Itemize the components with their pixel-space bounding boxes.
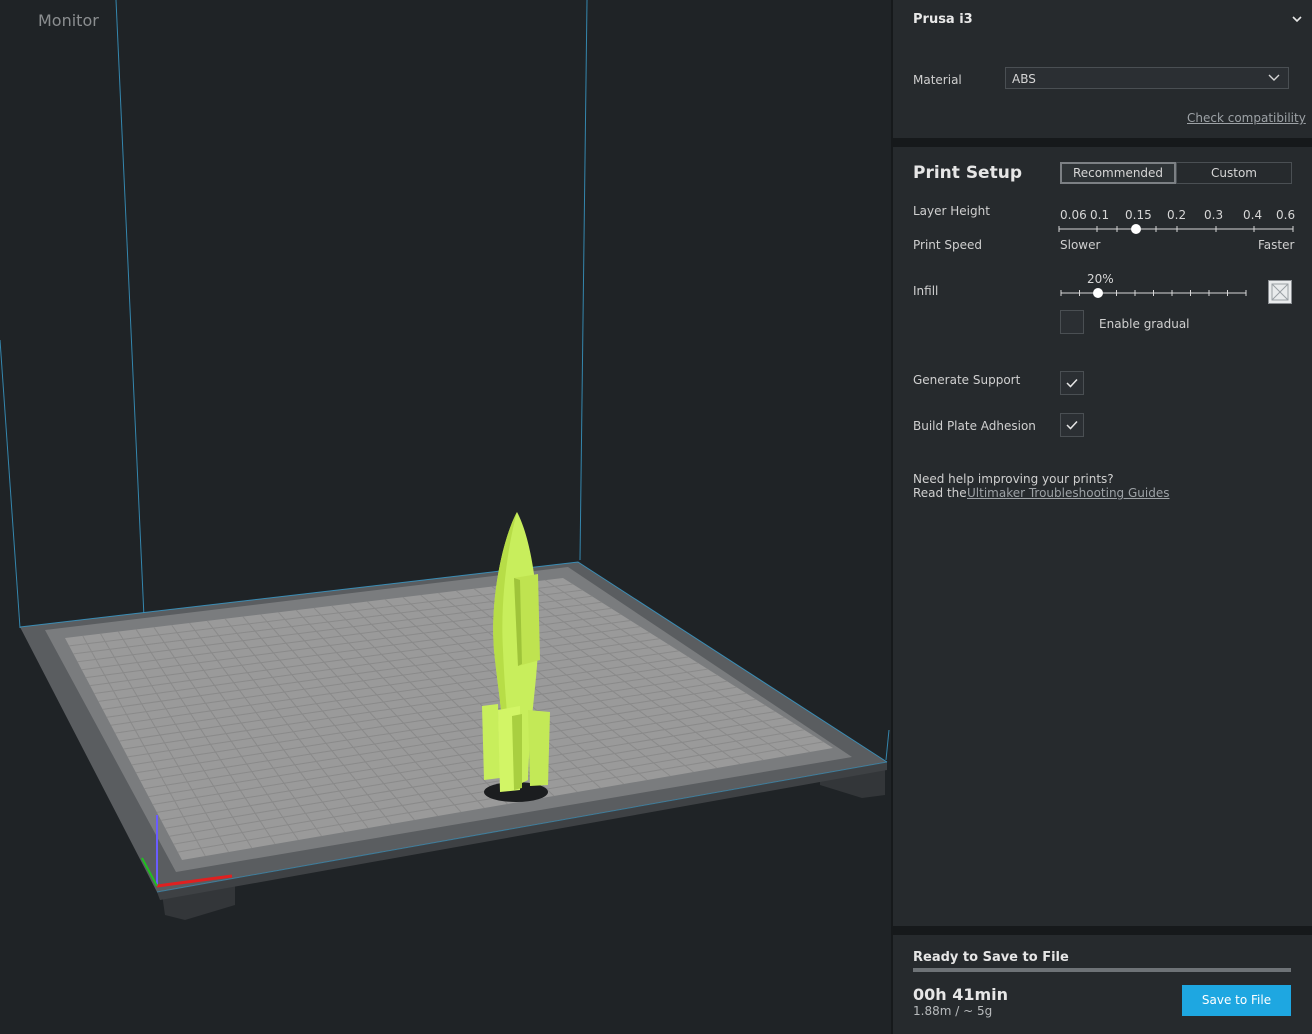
status-label: Ready to Save to File <box>913 950 1069 965</box>
material-select[interactable]: ABS <box>1005 67 1289 89</box>
print-setup-panel: Print Setup Recommended Custom Layer Hei… <box>893 147 1312 926</box>
layer-tick-label: 0.06 <box>1060 208 1087 222</box>
infill-pattern-icon <box>1268 280 1292 304</box>
tab-custom[interactable]: Custom <box>1176 162 1292 184</box>
generate-support-checkbox[interactable] <box>1060 371 1084 395</box>
progress-fill <box>913 968 1291 972</box>
enable-gradual-label: Enable gradual <box>1099 317 1190 331</box>
build-volume-scene <box>0 0 890 920</box>
help-text: Need help improving your prints? <box>913 472 1114 486</box>
check-icon <box>1066 378 1078 388</box>
layer-height-slider[interactable] <box>1053 221 1295 237</box>
monitor-tab[interactable]: Monitor <box>38 11 99 30</box>
infill-label: Infill <box>913 284 939 298</box>
chevron-down-icon[interactable] <box>1290 12 1304 26</box>
layer-tick-label: 0.1 <box>1090 208 1110 222</box>
printer-selector[interactable]: Prusa i3 <box>913 12 973 27</box>
infill-slider[interactable] <box>1058 285 1248 301</box>
adhesion-label: Build Plate Adhesion <box>913 419 1036 433</box>
generate-support-label: Generate Support <box>913 373 1021 387</box>
tab-recommended[interactable]: Recommended <box>1060 162 1176 184</box>
speed-faster-label: Faster <box>1258 238 1295 252</box>
material-usage: 1.88m / ~ 5g <box>913 1004 993 1018</box>
print-setup-title: Print Setup <box>913 163 1022 183</box>
layer-height-label: Layer Height <box>913 204 990 218</box>
slider-handle[interactable] <box>1131 224 1141 234</box>
adhesion-checkbox[interactable] <box>1060 413 1084 437</box>
check-icon <box>1066 420 1078 430</box>
chevron-down-icon <box>1268 74 1280 81</box>
output-panel: Ready to Save to File 00h 41min 1.88m / … <box>893 935 1312 1034</box>
layer-tick-label: 0.6 <box>1276 208 1296 222</box>
3d-viewport[interactable]: Monitor <box>0 0 891 1034</box>
help-prefix: Read the <box>913 486 967 500</box>
slider-handle[interactable] <box>1093 288 1103 298</box>
sidebar: Prusa i3 Material ABS Check compatibilit… <box>891 0 1312 1034</box>
print-time: 00h 41min <box>913 985 1009 1004</box>
progress-bar <box>913 968 1291 972</box>
troubleshooting-link[interactable]: Ultimaker Troubleshooting Guides <box>967 486 1169 500</box>
printer-panel: Prusa i3 Material ABS Check compatibilit… <box>893 0 1312 138</box>
material-label: Material <box>913 73 962 87</box>
infill-value: 20% <box>1087 272 1114 286</box>
speed-slower-label: Slower <box>1060 238 1101 252</box>
material-value: ABS <box>1012 72 1036 86</box>
save-to-file-button[interactable]: Save to File <box>1182 985 1291 1016</box>
print-speed-label: Print Speed <box>913 238 983 252</box>
layer-tick-label: 0.4 <box>1243 208 1263 222</box>
enable-gradual-checkbox[interactable] <box>1060 310 1084 334</box>
layer-tick-label: 0.15 <box>1125 208 1152 222</box>
layer-tick-label: 0.3 <box>1204 208 1224 222</box>
layer-tick-label: 0.2 <box>1167 208 1187 222</box>
check-compatibility-link[interactable]: Check compatibility <box>1187 111 1306 125</box>
